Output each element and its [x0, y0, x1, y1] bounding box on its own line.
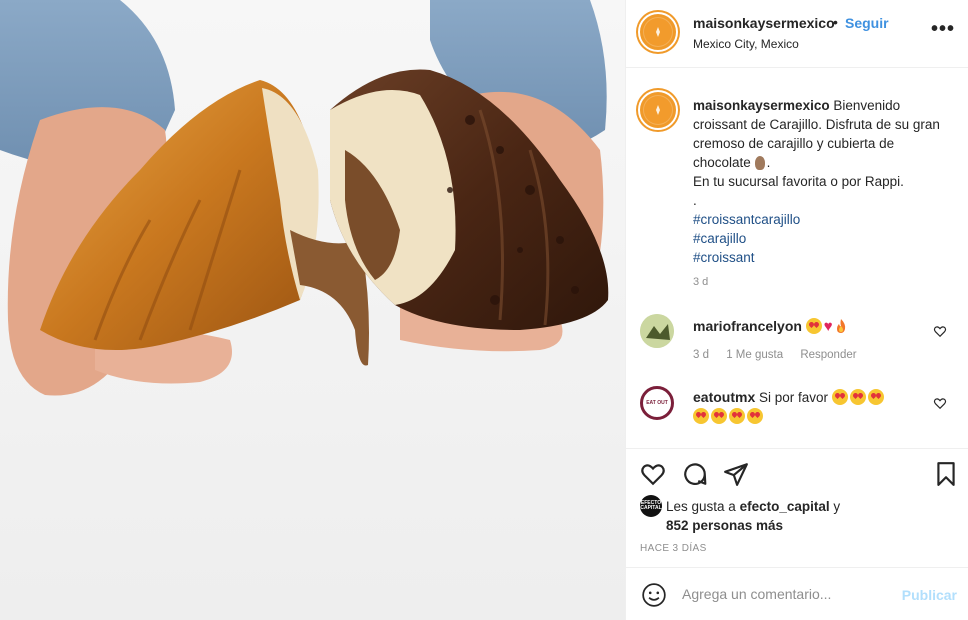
- red-heart-emoji-icon: ♥: [823, 318, 833, 335]
- caption-age[interactable]: 3 d: [693, 276, 708, 288]
- post-actions: EFECTO CAPITAL Les gusta a efecto_capita…: [626, 448, 968, 618]
- add-comment-bar: Publicar: [626, 567, 968, 619]
- separator-dot: •: [833, 14, 838, 30]
- caption-text: maisonkaysermexico Bienvenido croissant …: [693, 96, 955, 267]
- comment-input[interactable]: [682, 586, 882, 602]
- like-comment-heart-icon[interactable]: [933, 324, 947, 338]
- likes-conjunction: y: [833, 499, 841, 514]
- share-paper-plane-icon[interactable]: [723, 461, 749, 487]
- comment-body: eatoutmx Si por favor: [693, 388, 923, 426]
- comment-age[interactable]: 3 d: [693, 349, 709, 361]
- heart-eyes-emoji-icon: [867, 389, 884, 405]
- profile-avatar[interactable]: [638, 12, 678, 52]
- follow-button[interactable]: Seguir: [845, 15, 889, 31]
- post-timestamp[interactable]: HACE 3 DÍAS: [640, 543, 707, 554]
- brand-logo-icon: [656, 105, 660, 115]
- caption-line-3: .: [693, 193, 697, 208]
- reply-button[interactable]: Responder: [800, 349, 856, 361]
- post-location[interactable]: Mexico City, Mexico: [693, 37, 799, 51]
- comment-bubble-icon[interactable]: [682, 461, 708, 487]
- post-details-panel: maisonkaysermexico • Seguir Mexico City,…: [625, 0, 968, 620]
- heart-eyes-emoji-icon: [729, 408, 745, 424]
- likes-text: Les gusta a efecto_capital y 852 persona…: [666, 497, 916, 535]
- comment-text: Si por favor: [759, 390, 829, 405]
- heart-eyes-emoji-icon: [711, 408, 727, 424]
- post-photo[interactable]: [0, 0, 625, 620]
- hashtag-link[interactable]: #croissant: [693, 248, 955, 267]
- liker-username[interactable]: efecto_capital: [740, 499, 830, 514]
- post-header: maisonkaysermexico • Seguir Mexico City,…: [626, 0, 968, 68]
- comment-username[interactable]: eatoutmx: [693, 389, 755, 405]
- more-options-icon[interactable]: •••: [931, 19, 955, 39]
- caption-line-2: En tu sucursal favorita o por Rappi.: [693, 174, 904, 189]
- liker-avatar[interactable]: EFECTO CAPITAL: [640, 495, 662, 517]
- croissant-photo: [0, 0, 625, 620]
- publish-button[interactable]: Publicar: [902, 587, 957, 603]
- heart-eyes-emoji-icon: [849, 389, 866, 405]
- caption-avatar[interactable]: [638, 90, 678, 130]
- like-heart-icon[interactable]: [640, 461, 666, 487]
- heart-eyes-emoji-icon: [693, 408, 709, 424]
- likes-count[interactable]: 852 personas más: [666, 518, 783, 533]
- brand-logo-icon: [656, 27, 660, 37]
- save-bookmark-icon[interactable]: [933, 461, 959, 487]
- heart-eyes-emoji-icon: [831, 389, 848, 405]
- commenter-avatar[interactable]: EAT OUT: [640, 386, 674, 420]
- comment-username[interactable]: mariofrancelyon: [693, 318, 802, 334]
- comment-likes[interactable]: 1 Me gusta: [726, 349, 783, 361]
- emoji-smile-icon[interactable]: [641, 582, 667, 608]
- heart-eyes-emoji-icon: [805, 318, 822, 334]
- commenter-avatar[interactable]: [640, 314, 674, 348]
- fire-emoji-icon: [836, 319, 845, 333]
- avatar-text: EAT OUT: [646, 399, 668, 406]
- heart-eyes-emoji-icon: [747, 408, 763, 424]
- chocolate-emoji-icon: [754, 156, 765, 170]
- post-username[interactable]: maisonkaysermexico: [693, 15, 835, 31]
- comment-meta: 3 d 1 Me gusta Responder: [693, 349, 871, 361]
- like-comment-heart-icon[interactable]: [933, 396, 947, 410]
- comment-body: mariofrancelyon ♥: [693, 317, 923, 336]
- avatar-photo-icon: [640, 314, 674, 348]
- hashtag-link[interactable]: #carajillo: [693, 229, 955, 248]
- hashtag-link[interactable]: #croissantcarajillo: [693, 210, 955, 229]
- caption-username[interactable]: maisonkaysermexico: [693, 98, 830, 113]
- likes-prefix: Les gusta a: [666, 499, 736, 514]
